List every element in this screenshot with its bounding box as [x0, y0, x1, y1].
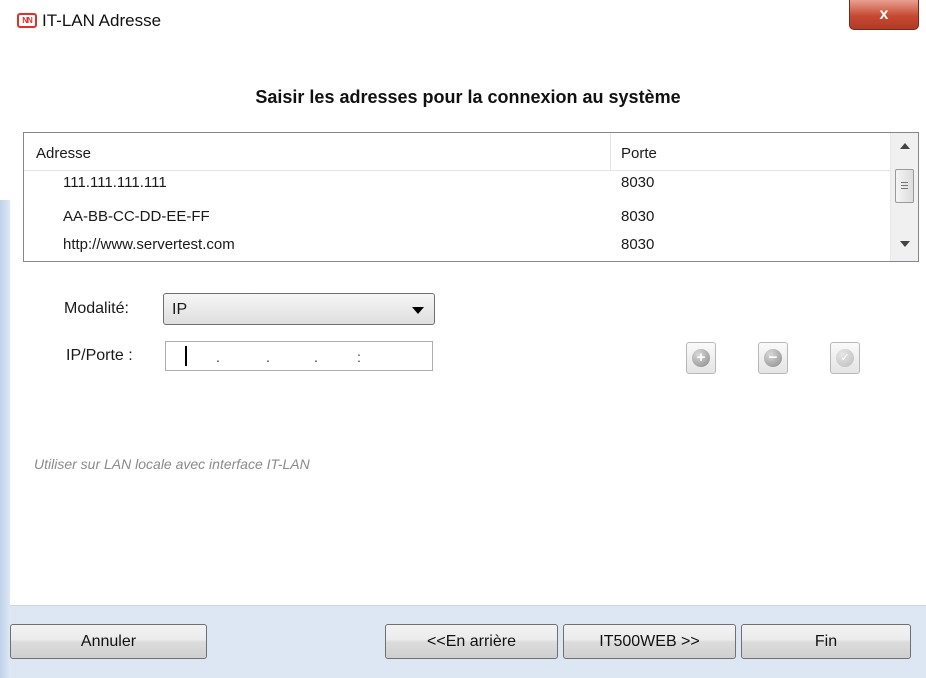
mode-dropdown[interactable]: IP: [163, 293, 435, 325]
check-circle-icon: ✓: [836, 349, 854, 367]
ip-separator: .: [314, 349, 318, 365]
column-header-port[interactable]: Porte: [621, 145, 657, 162]
port-separator: :: [357, 349, 361, 365]
text-cursor: [185, 346, 187, 366]
scroll-down-arrow-icon[interactable]: [900, 241, 910, 247]
row-port: 8030: [621, 208, 655, 225]
page-heading: Saisir les adresses pour la connexion au…: [255, 87, 681, 107]
ip-separator: .: [216, 349, 220, 365]
ip-separator: .: [266, 349, 270, 365]
column-separator: [610, 133, 611, 171]
plus-circle-icon: +: [692, 349, 710, 367]
dropdown-arrow-icon: [412, 307, 424, 314]
scroll-up-arrow-icon[interactable]: [900, 143, 910, 149]
mode-label: Modalité:: [64, 300, 129, 317]
cancel-button[interactable]: Annuler: [10, 624, 207, 659]
window-edge: [0, 200, 10, 678]
minus-circle-icon: −: [764, 349, 782, 367]
app-logo-icon: NN: [17, 13, 37, 28]
row-address: AA-BB-CC-DD-EE-FF: [63, 208, 210, 225]
row-port: 8030: [621, 174, 655, 191]
hint-text: Utiliser sur LAN locale avec interface I…: [34, 456, 310, 472]
confirm-address-button[interactable]: ✓: [830, 342, 860, 374]
vertical-scrollbar[interactable]: [890, 133, 918, 261]
list-row[interactable]: AA-BB-CC-DD-EE-FF 8030: [24, 205, 890, 229]
row-address: http://www.servertest.com: [63, 236, 235, 253]
ip-port-label: IP/Porte :: [66, 347, 133, 364]
mode-selected-value: IP: [172, 301, 188, 318]
row-address: 111.111.111.111: [63, 174, 167, 191]
finish-button[interactable]: Fin: [741, 624, 911, 659]
row-port: 8030: [621, 236, 655, 253]
list-row[interactable]: 111.111.111.111 8030: [24, 171, 890, 195]
remove-address-button[interactable]: −: [758, 342, 788, 374]
address-list[interactable]: Adresse Porte 111.111.111.111 8030 AA-BB…: [23, 132, 919, 262]
column-header-address[interactable]: Adresse: [36, 145, 91, 162]
list-row[interactable]: http://www.servertest.com 8030: [24, 233, 890, 257]
list-header: Adresse Porte: [24, 133, 890, 171]
close-button[interactable]: x: [849, 0, 919, 30]
next-button[interactable]: IT500WEB >>: [563, 624, 736, 659]
add-address-button[interactable]: +: [686, 342, 716, 374]
back-button[interactable]: <<En arrière: [385, 624, 558, 659]
window-title: IT-LAN Adresse: [42, 11, 162, 30]
scrollbar-thumb[interactable]: [895, 169, 914, 203]
title-bar: NN IT-LAN Adresse x: [0, 0, 926, 44]
dialog-window: NN IT-LAN Adresse x Saisir les adresses …: [0, 0, 926, 678]
ip-port-input[interactable]: . . . :: [165, 341, 433, 371]
